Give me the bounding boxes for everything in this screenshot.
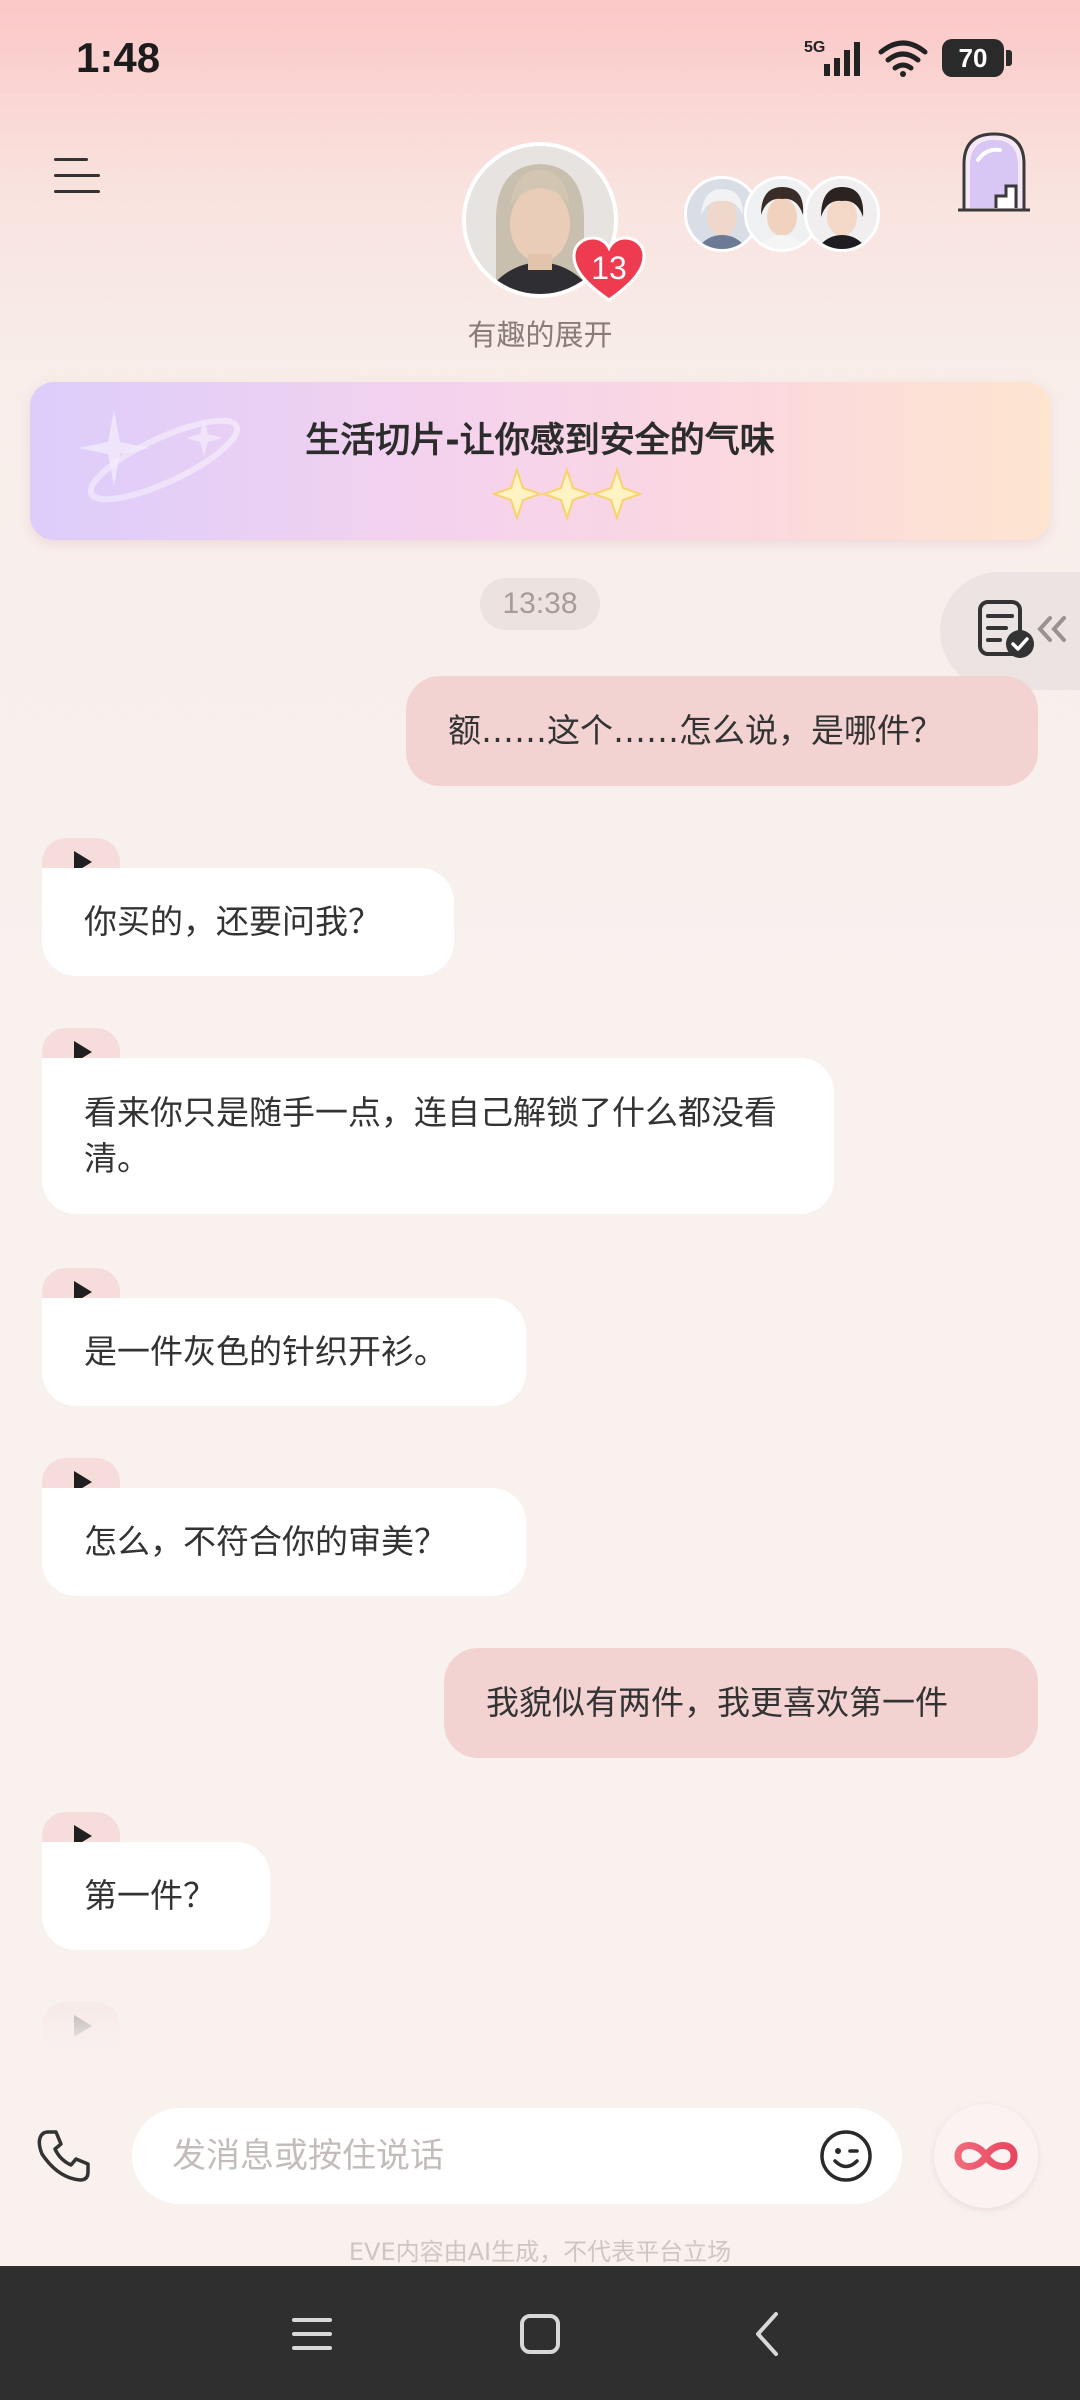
ai-message[interactable]: 看来你只是随手一点，连自己解锁了什么都没看清。 <box>42 1058 834 1214</box>
menu-line <box>54 174 100 177</box>
message-text: 第一件？ <box>84 1876 216 1915</box>
chat-subtitle: 有趣的展开 <box>467 318 613 352</box>
user-message[interactable]: 额……这个……怎么说，是哪件？ <box>406 676 1038 786</box>
signal-icon: 5G <box>804 39 860 76</box>
recent-apps-icon[interactable] <box>282 2304 342 2364</box>
ai-message[interactable]: 怎么，不符合你的审美？ <box>42 1488 526 1596</box>
ai-message[interactable]: 你买的，还要问我？ <box>42 868 454 976</box>
character-avatar-small[interactable] <box>804 176 880 252</box>
wifi-icon <box>878 40 928 77</box>
infinity-icon <box>954 2142 1018 2170</box>
affection-count: 13 <box>591 250 627 286</box>
message-input-container[interactable] <box>132 2108 902 2204</box>
network-type: 5G <box>804 39 825 56</box>
message-text: 看来你只是随手一点，连自己解锁了什么都没看清。 <box>84 1093 777 1178</box>
infinity-mode-button[interactable] <box>934 2104 1038 2208</box>
note-check-icon <box>978 600 1034 658</box>
user-message[interactable]: 我貌似有两件，我更喜欢第一件 <box>444 1648 1038 1758</box>
emoji-icon[interactable] <box>818 2128 874 2184</box>
menu-button[interactable] <box>54 156 102 196</box>
message-text: 我貌似有两件，我更喜欢第一件 <box>486 1683 948 1722</box>
message-input[interactable] <box>172 2126 792 2186</box>
message-text: 你买的，还要问我？ <box>84 902 381 941</box>
ai-message[interactable]: 第一件？ <box>42 1842 270 1950</box>
message-text: 是一件灰色的针织开衫。 <box>84 1332 447 1371</box>
story-banner[interactable]: 生活切片-让你感到安全的气味 <box>30 382 1050 540</box>
menu-line <box>54 158 88 161</box>
affection-badge: 13 <box>572 236 646 302</box>
star-rating-icon <box>492 466 642 522</box>
ai-message[interactable]: 是一件灰色的针织开衫。 <box>42 1298 526 1406</box>
memory-notes-tab[interactable] <box>940 572 1080 690</box>
phone-call-icon[interactable] <box>34 2126 94 2186</box>
menu-line <box>54 190 100 193</box>
scroll-fade <box>0 1960 1080 2110</box>
system-nav-bar <box>0 2266 1080 2400</box>
ai-disclaimer: EVE内容由AI生成，不代表平台立场 <box>348 2238 732 2266</box>
chevron-double-left-icon <box>1037 616 1066 642</box>
status-time: 1:48 <box>76 34 161 81</box>
other-characters[interactable] <box>684 176 884 256</box>
back-icon[interactable] <box>738 2304 798 2364</box>
message-text: 额……这个……怎么说，是哪件？ <box>448 711 943 750</box>
chat-timestamp: 13:38 <box>480 578 600 630</box>
home-icon[interactable] <box>510 2304 570 2364</box>
banner-title: 生活切片-让你感到安全的气味 <box>305 421 775 461</box>
battery-indicator: 70 <box>942 39 1012 77</box>
status-bar: 1:48 5G 70 <box>0 0 1080 120</box>
scene-door-icon[interactable] <box>956 130 1032 214</box>
status-icons: 5G 70 <box>804 38 1012 78</box>
message-text: 怎么，不符合你的审美？ <box>84 1522 447 1561</box>
